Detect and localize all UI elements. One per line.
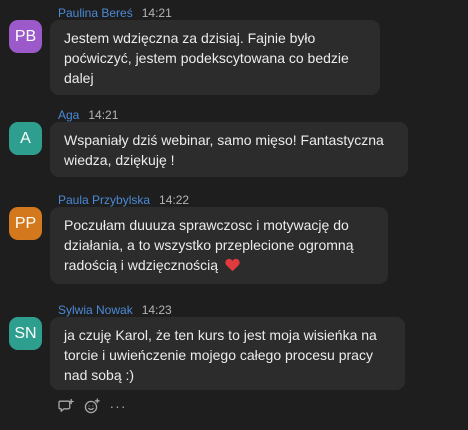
message-line: wiedza, dziękuję !	[64, 152, 175, 168]
sender-name[interactable]: Paula Przybylska	[58, 193, 150, 207]
message-line: ja czuję Karol, że ten kurs to jest moja…	[64, 327, 377, 343]
message-meta: Paula Przybylska 14:22	[58, 193, 189, 207]
sender-name[interactable]: Paulina Bereś	[58, 6, 133, 20]
message-line: dalej	[64, 70, 94, 86]
avatar[interactable]: A	[9, 122, 42, 155]
sender-name[interactable]: Aga	[58, 108, 79, 122]
avatar[interactable]: PB	[9, 20, 42, 53]
message-line: torcie i uwieńczenie mojego całego proce…	[64, 347, 373, 363]
heart-emoji-icon	[225, 257, 240, 277]
chat-feed: Paulina Bereś 14:21 PB Jestem wdzięczna z…	[0, 0, 468, 430]
avatar[interactable]: PP	[9, 207, 42, 240]
message-time: 14:23	[141, 303, 172, 317]
message-line: Jestem wdzięczna za dzisiaj. Fajnie było	[64, 30, 316, 46]
message-meta: Aga 14:21	[58, 108, 118, 122]
message-meta: Paulina Bereś 14:21	[58, 6, 172, 20]
message-actions: ···	[58, 396, 126, 416]
message-meta: Sylwia Nowak 14:23	[58, 303, 172, 317]
reply-icon[interactable]	[58, 398, 74, 414]
message-bubble: Jestem wdzięczna za dzisiaj. Fajnie było…	[50, 20, 380, 95]
message-line: poćwiczyć, jestem podekscytowana co bedz…	[64, 50, 349, 66]
message-line: działania, a to wszystko przeplecione og…	[64, 237, 354, 253]
message-time: 14:21	[141, 6, 172, 20]
message-time: 14:22	[159, 193, 190, 207]
message-bubble: Poczułam duuuza sprawczosc i motywację d…	[50, 207, 388, 284]
message-line: Poczułam duuuza sprawczosc i motywację d…	[64, 217, 349, 233]
message-text: radością i wdzięcznością	[64, 257, 219, 273]
sender-name[interactable]: Sylwia Nowak	[58, 303, 133, 317]
message-bubble: Wspaniały dziś webinar, samo mięso! Fant…	[50, 122, 408, 177]
more-options-button[interactable]: ···	[110, 398, 126, 414]
message-time: 14:21	[88, 108, 119, 122]
message-line: radością i wdzięcznością	[64, 255, 375, 277]
message-line: Wspaniały dziś webinar, samo mięso! Fant…	[64, 132, 384, 148]
message-line: nad sobą :)	[64, 367, 135, 383]
avatar[interactable]: SN	[9, 317, 42, 350]
add-reaction-icon[interactable]	[84, 398, 100, 414]
message-bubble: ja czuję Karol, że ten kurs to jest moja…	[50, 317, 405, 390]
